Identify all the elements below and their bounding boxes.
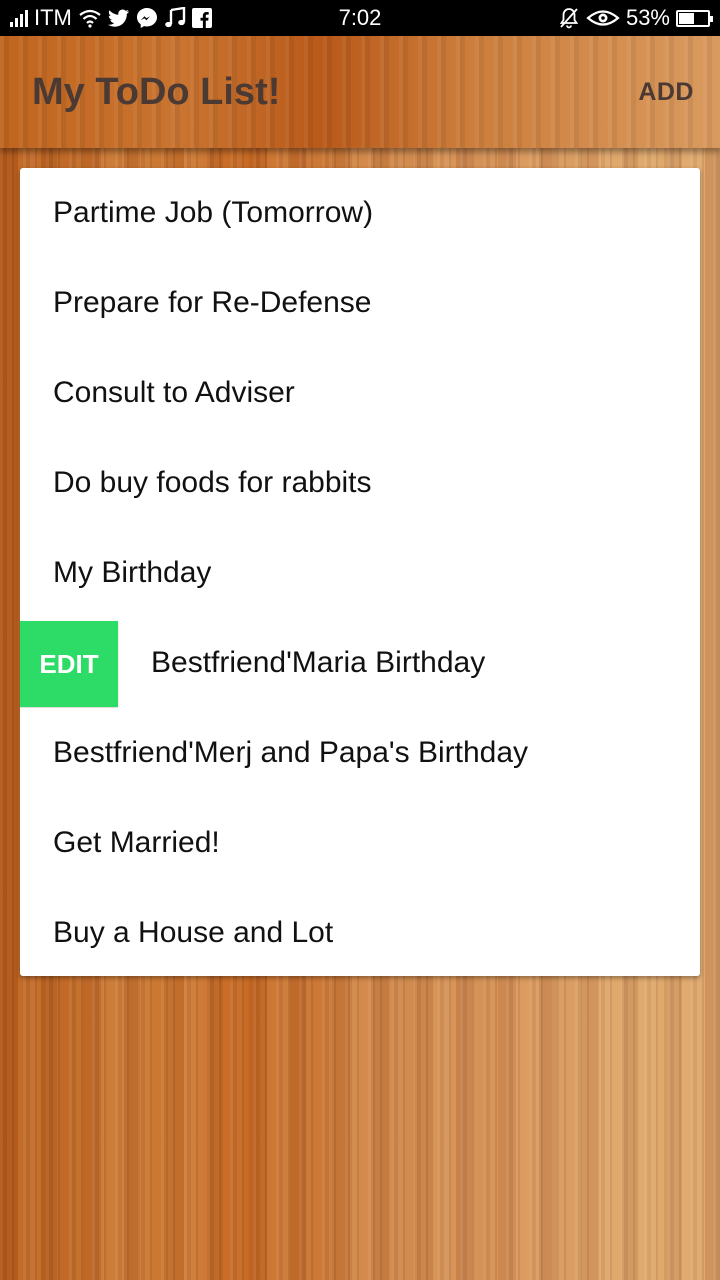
list-item-label: Get Married! (53, 826, 220, 859)
facebook-icon (191, 6, 212, 30)
list-item[interactable]: EDIT Bestfriend'Maria Birthday (20, 618, 700, 708)
twitter-icon (107, 6, 130, 30)
silent-bell-icon (558, 6, 580, 30)
list-item-label: Partime Job (Tomorrow) (53, 196, 374, 229)
todo-card: Partime Job (Tomorrow) Prepare for Re-Def… (20, 168, 700, 976)
list-item-label: Bestfriend'Merj and Papa's Birthday (53, 736, 529, 769)
carrier-label: ITM (34, 5, 72, 30)
list-item-label: Consult to Adviser (53, 376, 295, 409)
list-item[interactable]: Consult to Adviser (20, 348, 700, 438)
page-title: My ToDo List! (32, 70, 281, 113)
music-icon (164, 6, 186, 30)
app-bar: My ToDo List! ADD (0, 36, 720, 148)
status-left-icons: ITM (0, 5, 212, 31)
list-item-label: Prepare for Re-Defense (53, 286, 372, 319)
battery-icon (676, 6, 713, 30)
list-item[interactable]: Buy a House and Lot (20, 888, 700, 976)
wifi-icon (78, 6, 102, 30)
edit-button[interactable]: EDIT (20, 621, 118, 707)
list-item[interactable]: Bestfriend'Merj and Papa's Birthday (20, 708, 700, 798)
list-item-label: My Birthday (53, 556, 212, 589)
status-right-icons: 53% (558, 5, 720, 31)
battery-percent: 53% (625, 5, 670, 30)
list-item[interactable]: My Birthday (20, 528, 700, 618)
list-item[interactable]: Prepare for Re-Defense (20, 258, 700, 348)
todo-list: Partime Job (Tomorrow) Prepare for Re-Def… (20, 168, 700, 976)
battery-level-fill (679, 12, 694, 24)
list-item[interactable]: Get Married! (20, 798, 700, 888)
list-item-label: Do buy foods for rabbits (53, 466, 372, 499)
add-button[interactable]: ADD (638, 78, 694, 107)
eye-icon (586, 6, 620, 30)
list-item[interactable]: Partime Job (Tomorrow) (20, 168, 700, 258)
messenger-icon (136, 6, 158, 30)
list-item[interactable]: Do buy foods for rabbits (20, 438, 700, 528)
signal-icon (10, 6, 28, 30)
status-bar: ITM 7:02 53% (0, 0, 720, 36)
list-item-label: Buy a House and Lot (53, 916, 334, 949)
